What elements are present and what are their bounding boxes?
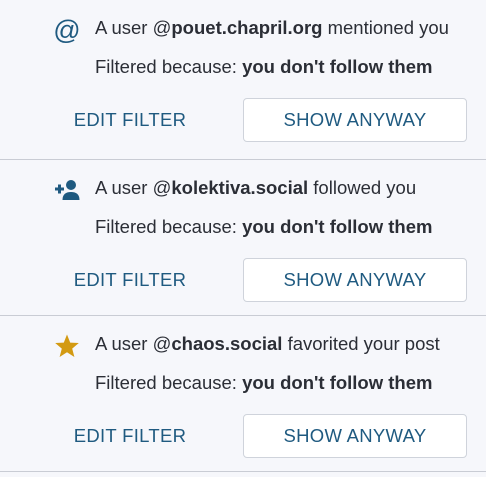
filter-reason: Filtered because: you don't follow them — [95, 56, 433, 77]
edit-filter-button[interactable]: EDIT FILTER — [60, 258, 200, 302]
star-icon — [52, 331, 82, 361]
notification-text: A user @kolektiva.social followed you — [95, 177, 417, 198]
filter-reason: Filtered because: you don't follow them — [95, 216, 433, 237]
notification-text: A user @pouet.chapril.org mentioned you — [95, 17, 449, 38]
filtered-notification-favourite: A user @chaos.social favorited your post… — [0, 316, 486, 472]
svg-text:@: @ — [53, 15, 80, 45]
edit-filter-button[interactable]: EDIT FILTER — [60, 98, 200, 142]
show-anyway-button[interactable]: SHOW ANYWAY — [243, 258, 467, 302]
filtered-notification-follow: A user @kolektiva.social followed you Fi… — [0, 160, 486, 316]
show-anyway-button[interactable]: SHOW ANYWAY — [243, 98, 467, 142]
person-add-icon — [52, 175, 82, 205]
filtered-notifications-list: @ A user @pouet.chapril.org mentioned yo… — [0, 0, 486, 472]
notification-text: A user @chaos.social favorited your post — [95, 333, 440, 354]
account-handle[interactable]: kolektiva.social — [171, 177, 308, 198]
filter-reason: Filtered because: you don't follow them — [95, 372, 433, 393]
account-handle[interactable]: pouet.chapril.org — [171, 17, 322, 38]
show-anyway-button[interactable]: SHOW ANYWAY — [243, 414, 467, 458]
at-sign-icon: @ — [52, 15, 82, 45]
filtered-notification-mention: @ A user @pouet.chapril.org mentioned yo… — [0, 0, 486, 160]
edit-filter-button[interactable]: EDIT FILTER — [60, 414, 200, 458]
account-handle[interactable]: chaos.social — [171, 333, 282, 354]
